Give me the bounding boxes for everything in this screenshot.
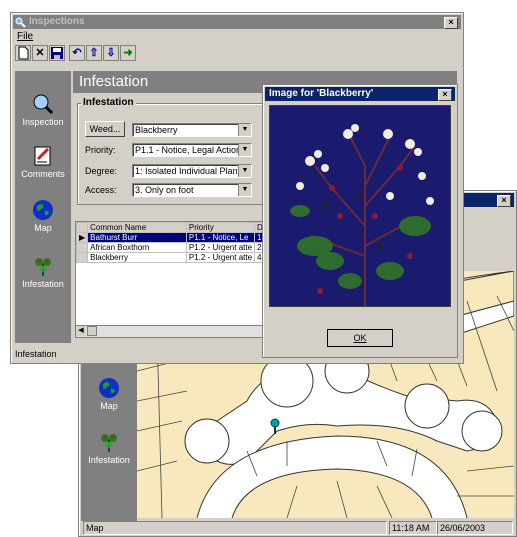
- image-dialog: Image for 'Blackberry' × OK: [262, 84, 458, 358]
- access-label: Access:: [85, 185, 117, 195]
- blackberry-photo: [269, 105, 451, 307]
- dialog-title: Image for 'Blackberry': [269, 88, 374, 99]
- sidebar-item-label: Comments: [21, 169, 65, 179]
- table-row[interactable]: Blackberry P1.2 - Urgent atte 4: [75, 252, 266, 263]
- sidebar-item-inspection[interactable]: Inspection: [13, 93, 73, 127]
- exit-icon[interactable]: ➜: [120, 45, 136, 61]
- scroll-thumb[interactable]: [87, 326, 97, 336]
- group-title: Infestation: [81, 97, 136, 108]
- infestation-grid[interactable]: Common Name Priority D ▶ Bathurst Burr P…: [75, 221, 267, 338]
- status-time: 11:18 AM: [389, 521, 437, 535]
- close-icon[interactable]: ×: [444, 17, 458, 29]
- weed-button[interactable]: Weed...: [85, 121, 125, 137]
- ok-button[interactable]: OK: [327, 329, 393, 347]
- sidebar-item-label: Map: [34, 223, 52, 233]
- table-row[interactable]: African Boxthorn P1.2 - Urgent atte 2: [75, 242, 266, 253]
- new-icon[interactable]: [15, 45, 31, 61]
- undo-icon[interactable]: ↶: [69, 45, 85, 61]
- dialog-titlebar: Image for 'Blackberry' ×: [265, 87, 455, 101]
- status-date: 26/06/2003: [437, 521, 513, 535]
- sidebar-item-map[interactable]: Map: [79, 377, 139, 411]
- save-icon[interactable]: [49, 45, 65, 61]
- sidebar-item-label: Map: [100, 401, 118, 411]
- ok-label: OK: [353, 333, 367, 343]
- infestation-table: Common Name Priority D ▶ Bathurst Burr P…: [75, 222, 266, 263]
- toolbar: ✕ ↶ ⇧ ⇩ ➜: [15, 45, 455, 65]
- map-pin-icon[interactable]: [269, 418, 281, 434]
- access-combo[interactable]: 3. Only on foot ▼: [132, 183, 252, 197]
- sidebar-item-label: Infestation: [22, 279, 64, 289]
- magnifier-icon: [33, 94, 54, 115]
- globe-icon: [33, 200, 53, 220]
- table-cell: Bathurst Burr: [87, 232, 187, 243]
- close-icon[interactable]: ×: [438, 89, 452, 101]
- sidebar-item-infestation[interactable]: Infestation: [13, 255, 73, 289]
- globe-icon: [99, 378, 119, 398]
- chevron-down-icon[interactable]: ▼: [238, 144, 251, 156]
- table-cell: Blackberry: [87, 252, 187, 263]
- status-text: Map: [83, 521, 387, 535]
- sidebar: Inspection Comments Map Infestation: [15, 71, 71, 343]
- priority-label: Priority:: [85, 145, 116, 155]
- window-titlebar: Inspections ×: [13, 15, 461, 29]
- map-status-bar: Map 11:18 AM 26/06/2003: [81, 520, 514, 535]
- chevron-down-icon[interactable]: ▼: [238, 124, 251, 136]
- priority-combo[interactable]: P1.1 - Notice, Legal Action, or ▼: [132, 143, 252, 157]
- column-header[interactable]: Common Name: [87, 222, 187, 233]
- table-cell: P1.2 - Urgent atte: [185, 242, 256, 253]
- sidebar-item-infestation[interactable]: Infestation: [79, 431, 139, 465]
- plant-icon: [101, 434, 117, 452]
- sidebar-item-comments[interactable]: Comments: [13, 145, 73, 179]
- map-window-titlebar: ×: [459, 193, 514, 207]
- sidebar-item-label: Inspection: [22, 117, 64, 127]
- table-cell: P1.2 - Urgent atte: [185, 252, 256, 263]
- chevron-down-icon[interactable]: ▼: [238, 165, 251, 177]
- table-cell: African Boxthorn: [87, 242, 187, 253]
- sidebar-item-map[interactable]: Map: [13, 199, 73, 233]
- degree-value: 1: Isolated Individual Plants: [135, 166, 245, 176]
- notepad-icon: [34, 146, 51, 166]
- table-row[interactable]: ▶ Bathurst Burr P1.1 - Notice, Le 1: [75, 232, 266, 243]
- chevron-down-icon[interactable]: ▼: [238, 184, 251, 196]
- access-value: 3. Only on foot: [135, 185, 194, 195]
- magnifier-icon: [15, 17, 26, 28]
- move-up-icon[interactable]: ⇧: [86, 45, 102, 61]
- table-header: Common Name Priority D: [75, 222, 266, 233]
- scroll-left-button[interactable]: ◀: [76, 326, 86, 336]
- move-down-icon[interactable]: ⇩: [103, 45, 119, 61]
- close-icon[interactable]: ×: [497, 195, 511, 207]
- weed-value: Blackberry: [135, 125, 178, 135]
- menu-file[interactable]: File: [17, 31, 33, 42]
- degree-combo[interactable]: 1: Isolated Individual Plants ▼: [132, 164, 252, 178]
- status-text: Infestation: [15, 349, 57, 359]
- sidebar-item-label: Infestation: [88, 455, 130, 465]
- weed-combo[interactable]: Blackberry ▼: [132, 123, 252, 137]
- degree-label: Degree:: [85, 166, 118, 176]
- menu-bar: File: [17, 31, 33, 42]
- delete-icon[interactable]: ✕: [32, 45, 48, 61]
- window-title: Inspections: [29, 16, 85, 27]
- table-cell: P1.1 - Notice, Le: [185, 232, 256, 243]
- priority-value: P1.1 - Notice, Legal Action, or: [135, 145, 252, 155]
- horizontal-scrollbar[interactable]: ◀: [76, 325, 264, 337]
- column-header[interactable]: Priority: [185, 222, 256, 233]
- plant-icon: [35, 258, 51, 276]
